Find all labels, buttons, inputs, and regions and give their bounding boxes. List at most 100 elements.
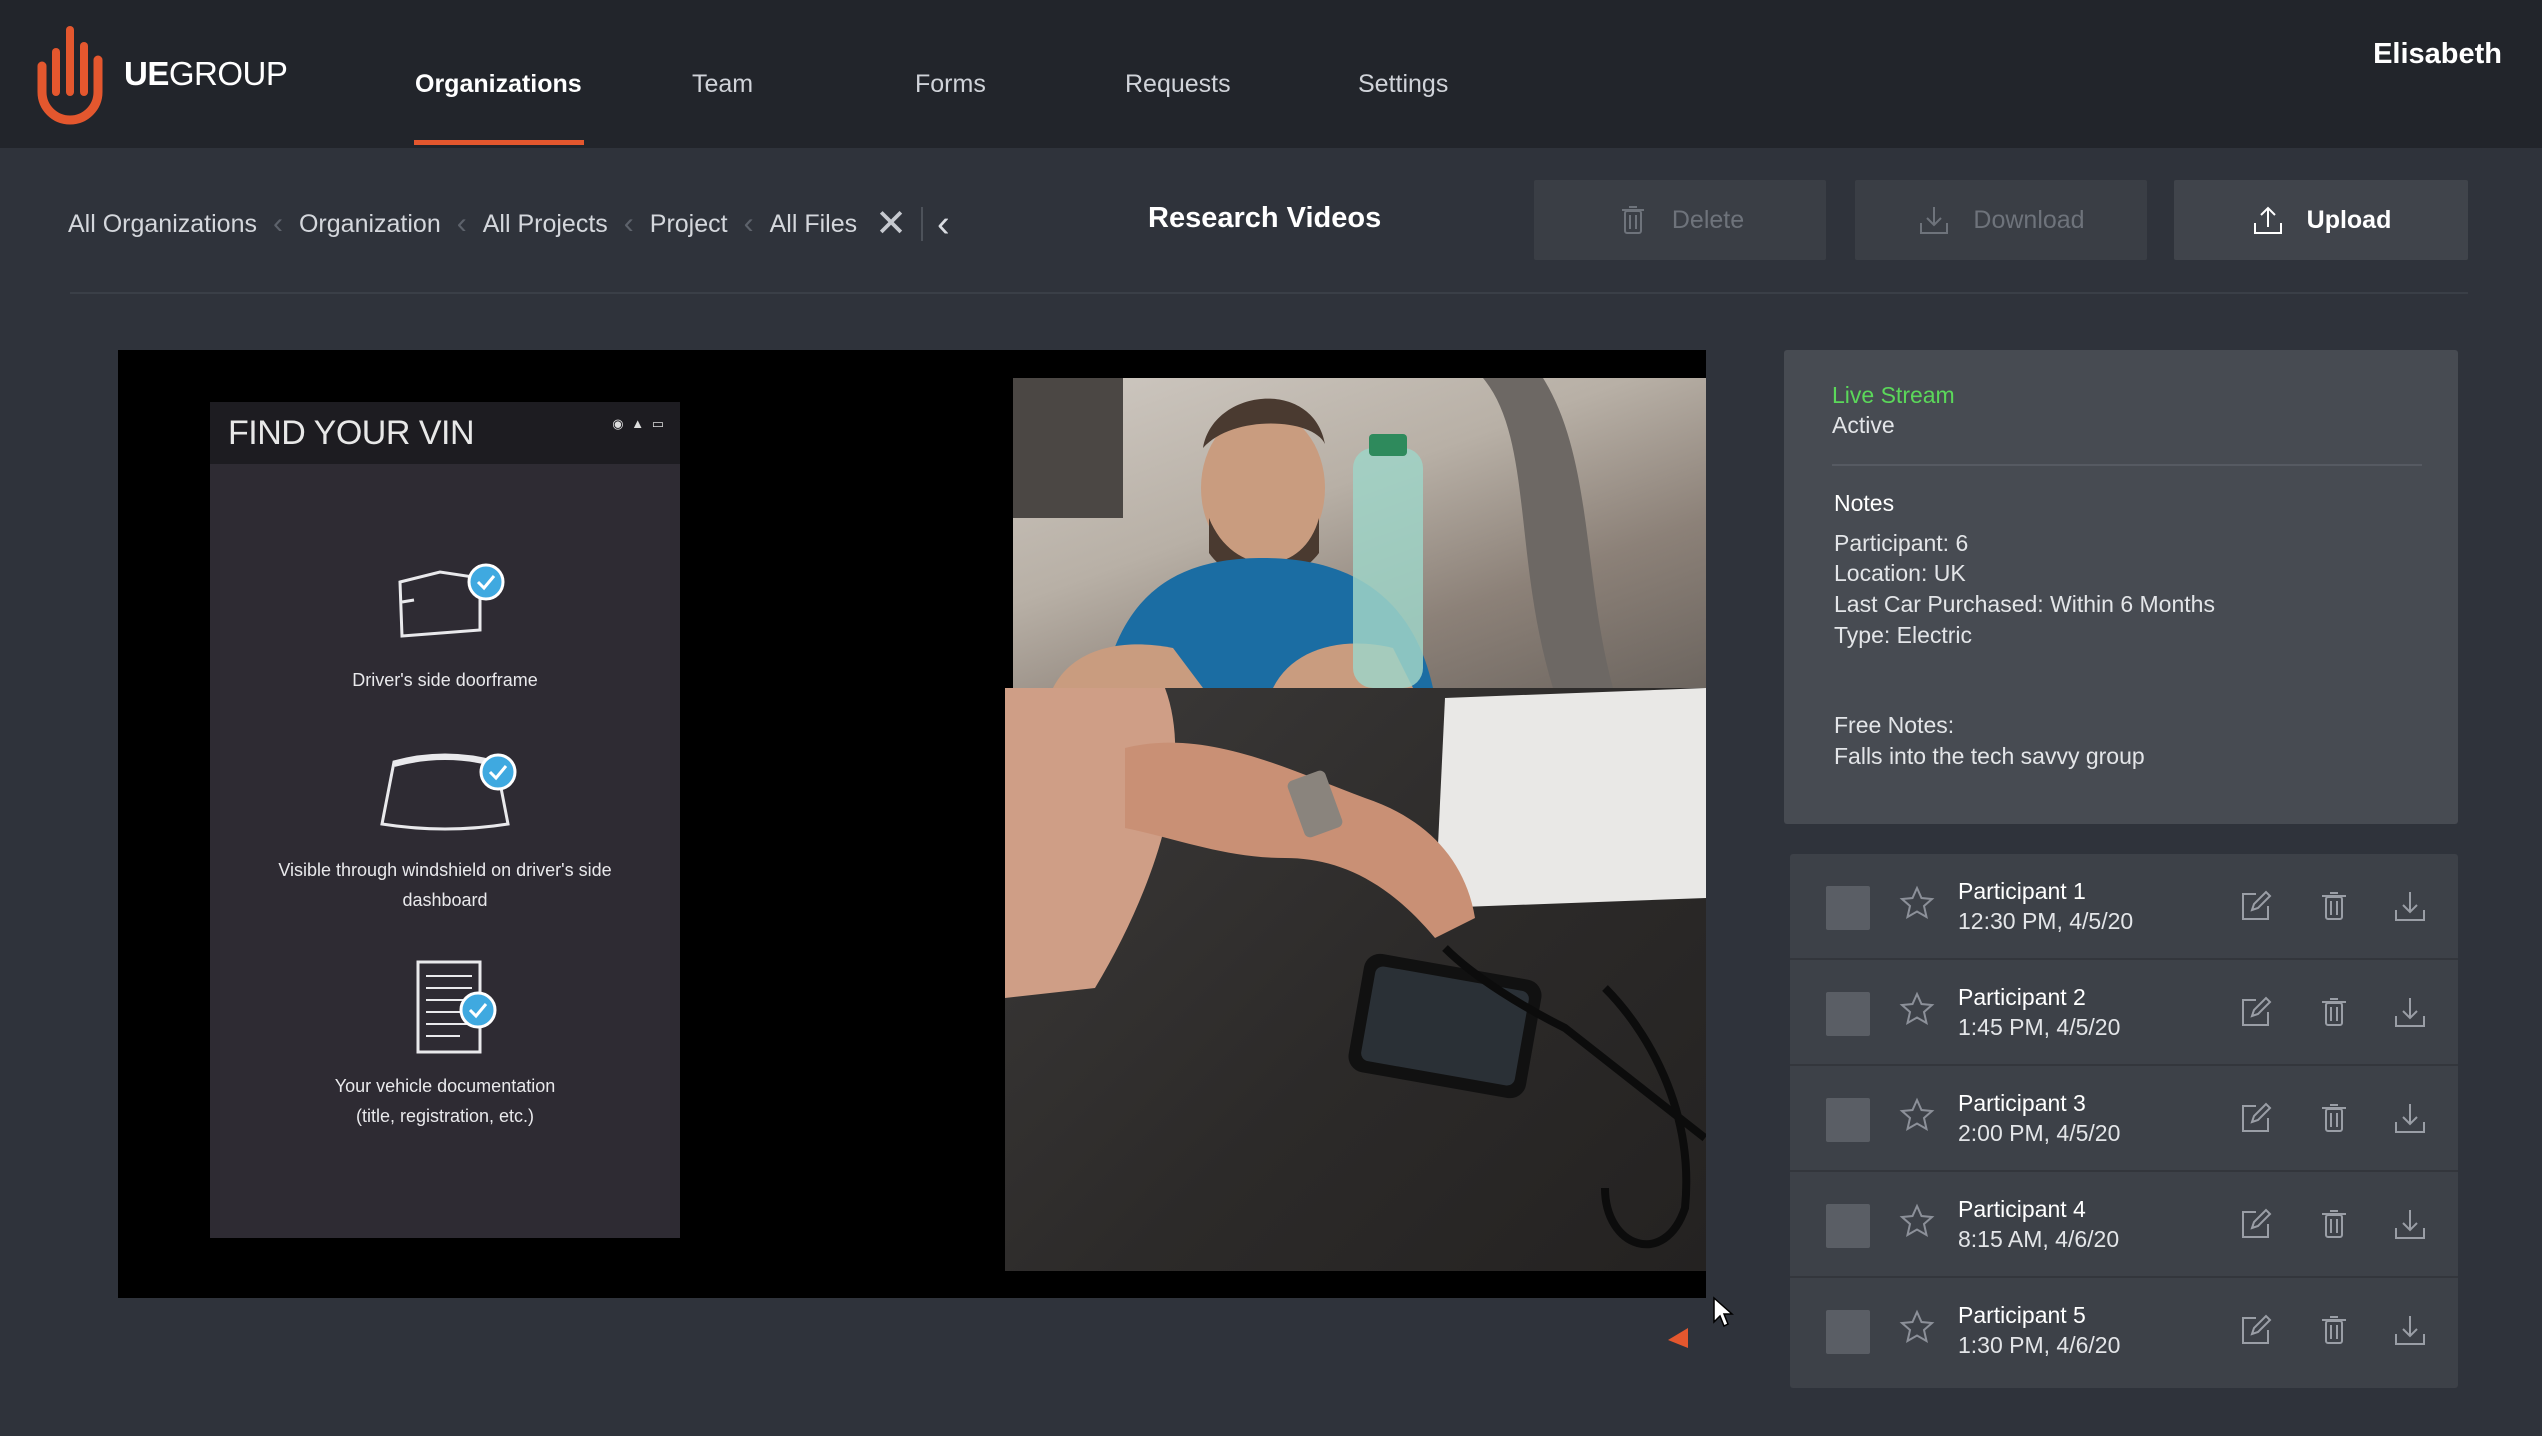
participant-name: Participant 4: [1958, 1196, 2086, 1222]
divider: [70, 292, 2468, 294]
download-icon: [1920, 207, 1949, 234]
brand-logo[interactable]: UEGROUP: [34, 22, 288, 126]
download-icon[interactable]: [2392, 1312, 2428, 1348]
document-illustration-icon: [416, 960, 497, 1054]
participant-name: Participant 5: [1958, 1302, 2086, 1328]
upload-button[interactable]: Upload: [2174, 180, 2468, 260]
nav-team[interactable]: Team: [692, 70, 753, 148]
notes-title: Notes: [1834, 490, 1895, 516]
nav-requests[interactable]: Requests: [1125, 70, 1231, 148]
triangle-left-icon[interactable]: [1666, 1326, 1690, 1350]
breadcrumb-all-files[interactable]: All Files: [770, 210, 858, 239]
free-notes-label: Free Notes:: [1834, 712, 1955, 738]
participant-time: 1:45 PM, 4/5/20: [1958, 1014, 2121, 1040]
note-participant: Participant: 6: [1834, 530, 1969, 556]
edit-icon[interactable]: [2238, 888, 2274, 924]
breadcrumb-all-organizations[interactable]: All Organizations: [68, 210, 257, 239]
phone-status-icons: ◉ ▲ ▭: [612, 416, 666, 431]
breadcrumb-project[interactable]: Project: [650, 210, 728, 239]
participant-list: Participant 1 12:30 PM, 4/5/20 Participa…: [1790, 854, 2458, 1388]
hands-and-phone-scene: [1005, 688, 1706, 1249]
live-stream-label: Live Stream: [1832, 382, 1955, 408]
download-button-label: Download: [1973, 205, 2085, 234]
upload-button-label: Upload: [2306, 205, 2392, 234]
download-icon[interactable]: [2392, 1206, 2428, 1242]
edit-icon[interactable]: [2238, 1312, 2274, 1348]
list-item[interactable]: Participant 2 1:45 PM, 4/5/20: [1790, 960, 2458, 1066]
list-item[interactable]: Participant 3 2:00 PM, 4/5/20: [1790, 1066, 2458, 1172]
download-button[interactable]: Download: [1855, 180, 2147, 260]
edit-icon[interactable]: [2238, 1100, 2274, 1136]
webcam-phone-on-table: [1005, 688, 1706, 1271]
nav-active-indicator: [414, 140, 584, 145]
breadcrumb-organization[interactable]: Organization: [299, 210, 441, 239]
user-name[interactable]: Elisabeth: [2373, 38, 2502, 71]
participant-time: 8:15 AM, 4/6/20: [1958, 1226, 2120, 1252]
live-stream-status: Active: [1832, 412, 1895, 438]
close-icon[interactable]: ✕: [875, 205, 907, 243]
upload-icon: [2253, 206, 2282, 234]
nav-settings[interactable]: Settings: [1358, 70, 1448, 148]
participant-time: 2:00 PM, 4/5/20: [1958, 1120, 2121, 1146]
brand-name: UEGROUP: [124, 55, 288, 92]
windshield-illustration-icon: [380, 753, 517, 831]
note-location: Location: UK: [1834, 560, 1966, 586]
divider: [920, 207, 923, 241]
phone-screen-title: FIND YOUR VIN ◉ ▲ ▭: [210, 402, 680, 464]
star-icon[interactable]: [1898, 1202, 1936, 1240]
select-checkbox[interactable]: [1826, 1204, 1870, 1248]
divider: [1832, 464, 2422, 466]
edit-icon[interactable]: [2238, 994, 2274, 1030]
breadcrumb-all-projects[interactable]: All Projects: [483, 210, 608, 239]
note-type: Type: Electric: [1834, 622, 1973, 648]
star-icon[interactable]: [1898, 990, 1936, 1028]
participant-name: Participant 1: [1958, 878, 2086, 904]
breadcrumb: All Organizations ‹ Organization ‹ All P…: [68, 205, 950, 243]
star-icon[interactable]: [1898, 884, 1936, 922]
select-checkbox[interactable]: [1826, 992, 1870, 1036]
trash-icon[interactable]: [2316, 1312, 2352, 1348]
chevron-left-icon: ‹: [623, 207, 634, 240]
download-icon[interactable]: [2392, 1100, 2428, 1136]
download-icon[interactable]: [2392, 994, 2428, 1030]
participant-time: 1:30 PM, 4/6/20: [1958, 1332, 2121, 1358]
list-item[interactable]: Participant 1 12:30 PM, 4/5/20: [1790, 854, 2458, 960]
chevron-left-icon: ‹: [272, 207, 283, 240]
top-bar: UEGROUP Organizations Team Forms Request…: [0, 0, 2542, 148]
edit-icon[interactable]: [2238, 1206, 2274, 1242]
star-icon[interactable]: [1898, 1308, 1936, 1346]
list-item[interactable]: Participant 4 8:15 AM, 4/6/20: [1790, 1172, 2458, 1278]
page-title: Research Videos: [1148, 202, 1382, 234]
door-illustration-icon: [398, 563, 505, 638]
participant-name: Participant 2: [1958, 984, 2086, 1010]
phone-screen-capture: FIND YOUR VIN ◉ ▲ ▭ Driver's side doorfr…: [210, 402, 680, 1238]
vin-location-doorframe: Driver's side doorframe: [210, 552, 680, 696]
select-checkbox[interactable]: [1826, 1310, 1870, 1354]
participant-name: Participant 3: [1958, 1090, 2086, 1116]
select-checkbox[interactable]: [1826, 886, 1870, 930]
trash-icon[interactable]: [2316, 994, 2352, 1030]
vin-location-documentation: Your vehicle documentation (title, regis…: [210, 958, 680, 1131]
delete-button[interactable]: Delete: [1534, 180, 1826, 260]
nav-organizations[interactable]: Organizations: [415, 70, 582, 148]
hand-logo-icon: [37, 26, 103, 125]
trash-icon[interactable]: [2316, 1100, 2352, 1136]
star-icon[interactable]: [1898, 1096, 1936, 1134]
vin-location-windshield: Visible through windshield on driver's s…: [210, 742, 680, 915]
chevron-left-icon: ‹: [743, 207, 754, 240]
note-last-car-purchased: Last Car Purchased: Within 6 Months: [1834, 591, 2215, 617]
mouse-cursor-icon: [1713, 1296, 1734, 1328]
nav-forms[interactable]: Forms: [915, 70, 986, 148]
trash-icon[interactable]: [2316, 1206, 2352, 1242]
download-icon[interactable]: [2392, 888, 2428, 924]
delete-button-label: Delete: [1671, 205, 1745, 234]
trash-icon[interactable]: [2316, 888, 2352, 924]
select-checkbox[interactable]: [1826, 1098, 1870, 1142]
list-item[interactable]: Participant 5 1:30 PM, 4/6/20: [1790, 1278, 2458, 1384]
video-player[interactable]: FIND YOUR VIN ◉ ▲ ▭ Driver's side doorfr…: [118, 350, 1706, 1298]
participant-time: 12:30 PM, 4/5/20: [1958, 908, 2134, 934]
webcam-participant-face: [1013, 378, 1706, 688]
trash-icon: [1621, 206, 1644, 234]
back-chevron-icon[interactable]: ‹: [937, 205, 950, 243]
chevron-left-icon: ‹: [456, 207, 467, 240]
